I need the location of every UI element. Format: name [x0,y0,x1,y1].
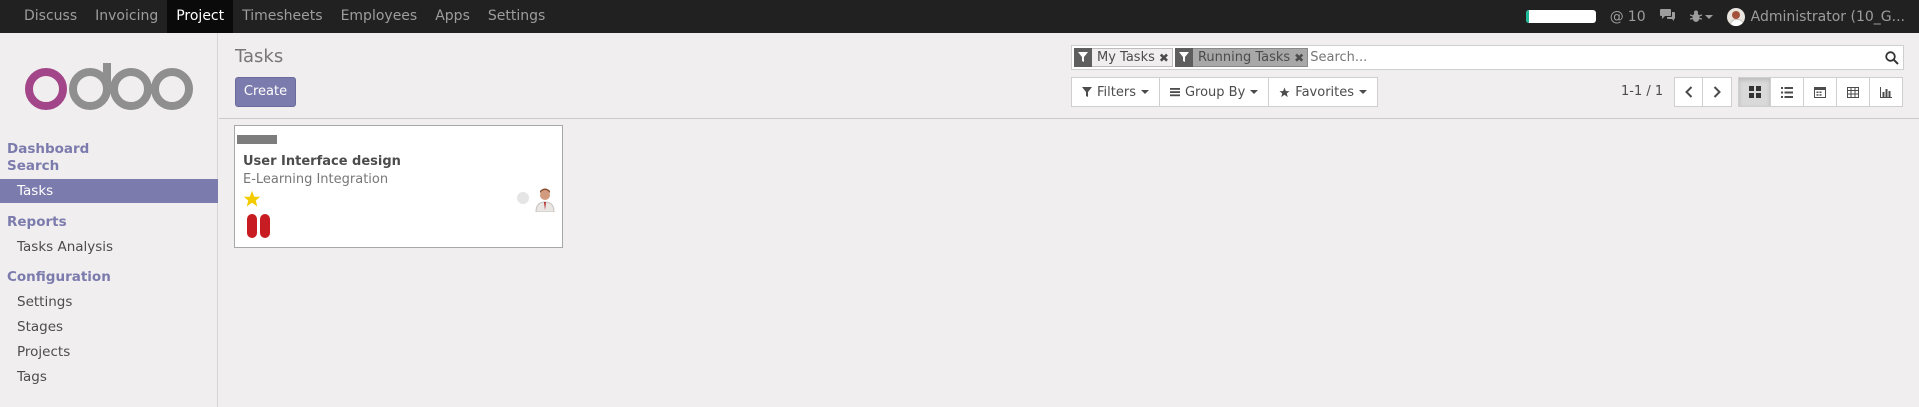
menu-employees[interactable]: Employees [332,0,427,33]
task-title: User Interface design [243,154,401,169]
bar-chart-icon [1880,86,1892,98]
facet-my-tasks[interactable]: My Tasks ✖ [1074,47,1173,67]
facet-label: My Tasks [1097,50,1155,65]
chevron-down-icon [1704,14,1713,19]
progress-fill [1525,10,1530,23]
facet-label: Running Tasks [1197,50,1291,65]
chevron-right-icon [1713,86,1721,98]
groupby-label: Group By [1184,84,1246,100]
calendar-icon [1814,87,1826,98]
chat-bubbles-icon[interactable] [1659,8,1676,26]
sidebar-header-dashboard[interactable]: Dashboard [7,141,89,157]
kanban-view-button[interactable] [1738,77,1771,107]
calendar-view-button[interactable] [1804,77,1837,107]
menu-timesheets[interactable]: Timesheets [233,0,331,33]
menu-discuss[interactable]: Discuss [15,0,86,33]
sidebar-item-stages[interactable]: Stages [0,315,218,339]
pivot-view-button[interactable] [1837,77,1870,107]
main-menu: Discuss Invoicing Project Timesheets Emp… [0,0,554,33]
sidebar-header-reports: Reports [7,214,67,230]
list-view-button[interactable] [1771,77,1804,107]
pager-buttons [1674,77,1732,107]
filter-icon [1174,47,1193,67]
user-avatar [1726,7,1745,26]
filters-dropdown[interactable]: Filters [1071,77,1159,107]
create-button[interactable]: Create [235,77,296,107]
graph-view-button[interactable] [1870,77,1903,107]
filter-icon [1082,87,1092,97]
chevron-down-icon [1359,90,1368,94]
chevron-down-icon [1250,90,1259,94]
sidebar-item-settings[interactable]: Settings [0,290,218,314]
menu-invoicing[interactable]: Invoicing [86,0,167,33]
table-icon [1847,86,1859,98]
sidebar-header-search: Search [7,158,60,174]
priority-star-icon[interactable] [243,190,261,208]
kanban-state-icon[interactable] [517,192,529,204]
at-icon: @ [1609,8,1624,25]
breadcrumb-title: Tasks [235,46,284,67]
sidebar-item-tasks[interactable]: Tasks [0,179,218,203]
chevron-left-icon [1684,86,1692,98]
filter-icon [1074,47,1092,67]
planner-progress-bar[interactable] [1525,10,1596,23]
blocked-indicator-left [247,214,257,238]
bug-debug-icon[interactable] [1689,10,1713,23]
pager-previous-button[interactable] [1674,77,1703,107]
favorites-label: Favorites [1295,84,1355,100]
search-bar: My Tasks ✖ Running Tasks ✖ [1071,45,1904,70]
card-color-tag [237,135,277,144]
mentions-button[interactable]: @ 10 [1610,9,1646,25]
sidebar-header-configuration: Configuration [7,269,111,285]
systray: @ 10 Administrator (10_G... [1525,0,1919,33]
pager-value[interactable]: 1-1 / 1 [1621,84,1663,99]
facet-running-tasks[interactable]: Running Tasks ✖ [1174,47,1309,67]
favorites-dropdown[interactable]: Favorites [1268,77,1379,107]
blocked-indicator-right [260,214,270,238]
top-navbar: Discuss Invoicing Project Timesheets Emp… [0,0,1919,33]
close-icon[interactable]: ✖ [1159,51,1172,65]
list-icon [1169,88,1180,97]
list-icon [1781,86,1793,98]
user-name: Administrator (10_G... [1750,8,1905,25]
kanban-icon [1748,86,1761,98]
menu-settings[interactable]: Settings [479,0,554,33]
kanban-card[interactable]: User Interface design E-Learning Integra… [234,125,563,248]
mentions-count: 10 [1627,8,1646,25]
assignee-avatar [532,186,558,212]
control-panel: Tasks Create My Tasks ✖ Running Tasks ✖ … [219,33,1919,119]
filters-label: Filters [1097,84,1136,100]
star-icon [1279,86,1290,97]
sidebar-item-tags[interactable]: Tags [0,365,218,389]
sidebar-item-tasks-analysis[interactable]: Tasks Analysis [0,235,218,259]
view-switcher [1738,77,1903,107]
sidebar-item-projects[interactable]: Projects [0,340,218,364]
task-project: E-Learning Integration [243,172,389,187]
user-menu[interactable]: Administrator (10_G... [1726,7,1905,26]
groupby-dropdown[interactable]: Group By [1158,77,1269,107]
search-input[interactable] [1310,50,1881,65]
odoo-logo[interactable] [24,63,194,113]
sidebar: Dashboard Search Tasks Reports Tasks Ana… [0,33,218,407]
search-options: Filters Group By Favorites [1071,77,1379,107]
menu-apps[interactable]: Apps [426,0,479,33]
chevron-down-icon [1140,90,1149,94]
menu-project[interactable]: Project [167,0,234,33]
pager-next-button[interactable] [1703,77,1732,107]
search-icon[interactable] [1881,48,1903,68]
close-icon[interactable]: ✖ [1294,51,1307,65]
